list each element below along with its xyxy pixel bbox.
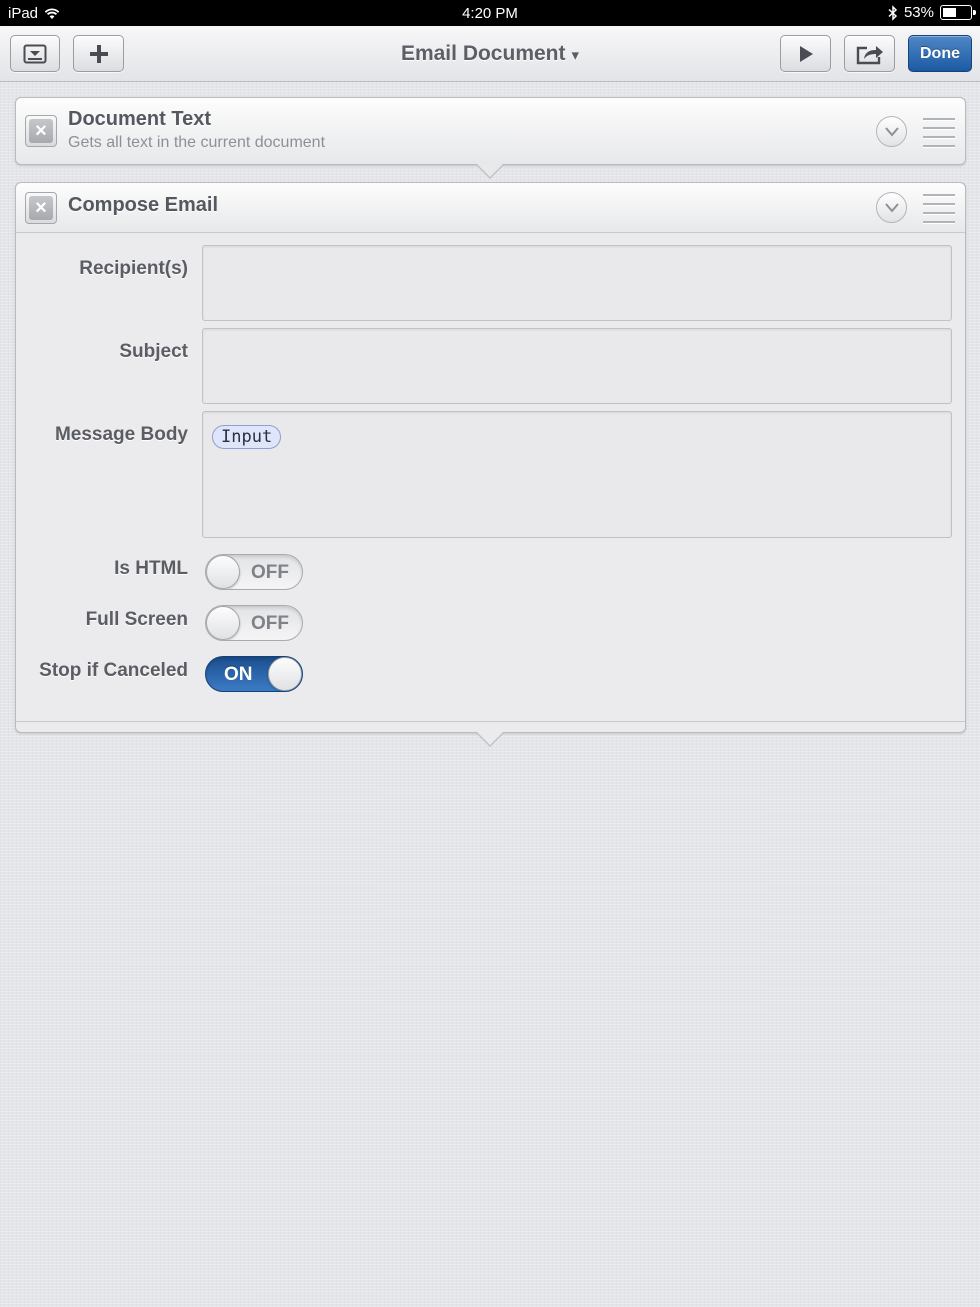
close-icon: × bbox=[29, 196, 53, 220]
expand-action-button[interactable] bbox=[876, 116, 907, 147]
done-button[interactable]: Done bbox=[908, 35, 972, 72]
recipients-field[interactable] bbox=[202, 245, 952, 321]
action-header-compose-email: × Compose Email bbox=[16, 183, 965, 233]
chevron-down-icon bbox=[884, 126, 899, 137]
battery-fill bbox=[943, 8, 956, 17]
chevron-down-icon bbox=[884, 202, 899, 213]
expand-action-button[interactable] bbox=[876, 192, 907, 223]
action-title: Compose Email bbox=[68, 194, 219, 216]
share-button[interactable] bbox=[844, 35, 895, 72]
workflow-title[interactable]: Email Document ▾ bbox=[0, 42, 980, 66]
is-html-label: Is HTML bbox=[114, 558, 188, 579]
action-card-compose-email: × Compose Email Recipient(s) Subject Mes… bbox=[15, 182, 966, 733]
share-icon bbox=[856, 45, 883, 64]
toggle-knob bbox=[206, 555, 240, 589]
input-variable-token[interactable]: Input bbox=[212, 425, 282, 449]
drag-handle-icon[interactable] bbox=[923, 118, 955, 147]
toggle-knob bbox=[206, 606, 240, 640]
stop-if-canceled-label: Stop if Canceled bbox=[39, 660, 188, 681]
message-body-field[interactable]: Input bbox=[202, 411, 952, 538]
full-screen-label: Full Screen bbox=[85, 609, 188, 630]
battery-icon bbox=[940, 5, 976, 20]
action-subtitle: Gets all text in the current document bbox=[68, 134, 326, 151]
toggle-state: OFF bbox=[251, 562, 289, 583]
battery-percent: 53% bbox=[903, 4, 934, 21]
is-html-toggle[interactable]: OFF bbox=[205, 554, 303, 590]
toolbar: Email Document ▾ Done bbox=[0, 26, 980, 82]
title-caret-icon: ▾ bbox=[571, 47, 580, 64]
subject-field[interactable] bbox=[202, 328, 952, 404]
action-header-document-text: × Document Text Gets all text in the cur… bbox=[16, 98, 965, 164]
action-connector-fill bbox=[477, 164, 503, 177]
action-connector-fill bbox=[477, 732, 503, 745]
message-body-label: Message Body bbox=[54, 424, 188, 445]
remove-action-button[interactable]: × bbox=[25, 192, 57, 224]
toggle-knob bbox=[268, 657, 302, 691]
action-title: Document Text bbox=[68, 108, 211, 130]
toggle-state: OFF bbox=[251, 613, 289, 634]
remove-action-button[interactable]: × bbox=[25, 115, 57, 147]
status-time: 4:20 PM bbox=[462, 5, 518, 22]
status-right: 53% bbox=[888, 4, 976, 21]
stop-if-canceled-toggle[interactable]: ON bbox=[205, 656, 303, 692]
play-icon bbox=[799, 45, 813, 62]
toggle-state: ON bbox=[224, 664, 253, 685]
status-bar: iPad 4:20 PM 53% bbox=[0, 0, 980, 26]
run-button[interactable] bbox=[780, 35, 831, 72]
card-footer-divider bbox=[16, 721, 965, 722]
action-card-document-text: × Document Text Gets all text in the cur… bbox=[15, 97, 966, 165]
drag-handle-icon[interactable] bbox=[923, 194, 955, 223]
recipients-label: Recipient(s) bbox=[79, 258, 188, 279]
subject-label: Subject bbox=[119, 341, 188, 362]
full-screen-toggle[interactable]: OFF bbox=[205, 605, 303, 641]
close-icon: × bbox=[29, 119, 53, 143]
bluetooth-icon bbox=[888, 4, 898, 21]
workflow-title-text: Email Document bbox=[400, 42, 566, 65]
